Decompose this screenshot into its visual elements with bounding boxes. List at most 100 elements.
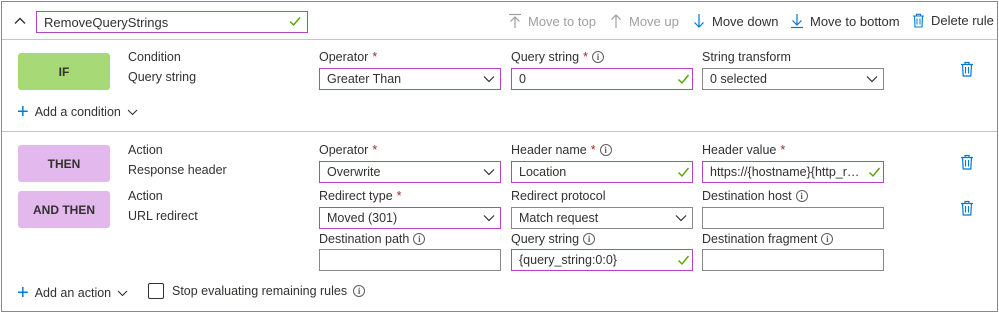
query-string-label-text: Query string [511,50,580,64]
move-down-button[interactable]: Move down [692,13,778,29]
action-operator-value: Overwrite [327,165,381,179]
redirect-type-value: Moved (301) [327,211,398,225]
move-to-top-label: Move to top [528,13,596,29]
condition-kind: Condition Query string [128,47,196,87]
operator-label-text: Operator [319,50,369,64]
required-marker: * [583,50,588,64]
redirect-query-string-label: Query string i [511,232,596,246]
condition-query-string-input[interactable]: 0 [511,68,693,90]
trash-icon[interactable] [960,61,974,77]
trash-icon[interactable] [960,154,974,170]
string-transform-label: String transform [702,50,791,64]
info-icon[interactable]: i [413,233,426,245]
redirect-query-string-value: {query_string:0:0} [519,253,617,267]
info-icon[interactable]: i [353,285,366,297]
header-value-value: https://{hostname}{http_res... [710,165,865,179]
destination-host-input[interactable] [702,207,884,229]
and-then-pill: AND THEN [18,191,110,228]
chevron-down-icon [478,162,500,182]
stop-evaluating-text: Stop evaluating remaining rules [172,284,348,298]
condition-operator-select[interactable]: Greater Than [319,68,501,90]
operator-label: Operator * [319,50,377,64]
move-to-top-button[interactable]: Move to top [508,13,596,29]
destination-path-input[interactable] [319,249,501,271]
required-marker: * [590,143,596,157]
header-value-input[interactable]: https://{hostname}{http_res... [702,161,884,183]
action2-kind-label: Action [128,189,163,203]
actions-section: THEN Action Response header Operator * Ov… [2,132,997,311]
destination-fragment-label: Destination fragment i [702,232,834,246]
string-transform-value: 0 selected [710,72,767,86]
header-name-value: Location [519,165,567,179]
check-icon [289,17,301,27]
arrow-up-to-top-icon [509,13,521,28]
info-icon[interactable]: i [795,190,808,202]
required-marker: * [396,189,402,203]
required-marker: * [372,143,378,157]
delete-rule-label: Delete rule [931,13,994,28]
arrow-down-icon [694,14,704,28]
redirect-query-string-input[interactable]: {query_string:0:0} [511,249,693,271]
info-icon[interactable]: i [599,144,612,156]
then-pill: THEN [18,145,110,182]
move-to-bottom-label: Move to bottom [810,13,900,29]
add-condition-button[interactable]: + Add a condition [17,101,138,123]
action2-name: URL redirect [128,209,198,223]
arrow-up-icon [611,14,621,28]
delete-rule-button[interactable]: Delete rule [912,13,994,28]
info-icon[interactable]: i [821,233,834,245]
chevron-down-icon [127,109,138,115]
move-to-bottom-button[interactable]: Move to bottom [790,13,900,29]
plus-icon: + [17,101,29,123]
header-name-label: Header name * i [511,143,612,157]
chevron-down-icon [478,208,500,228]
redirect-type-select[interactable]: Moved (301) [319,207,501,229]
chevron-down-icon [861,69,883,89]
info-icon[interactable]: i [583,233,596,245]
condition-name: Query string [128,70,197,84]
redirect-protocol-label-text: Redirect protocol [511,189,606,203]
trash-icon[interactable] [960,200,974,216]
redirect-protocol-label: Redirect protocol [511,189,606,203]
action-operator-select[interactable]: Overwrite [319,161,501,183]
add-action-button[interactable]: + Add an action [17,282,128,304]
condition-section: IF Condition Query string Operator * Grea… [2,40,997,132]
trash-icon [913,13,924,28]
action1-kind-label: Action [128,143,163,157]
check-icon [674,166,692,178]
rule-card: Move to top Move up Move down Move to bo… [1,1,998,312]
check-icon [674,73,692,85]
destination-path-label: Destination path i [319,232,426,246]
destination-fragment-input[interactable] [702,249,884,271]
chevron-down-icon [670,208,692,228]
plus-icon: + [17,282,29,304]
operator-label-text: Operator [319,143,369,157]
check-icon [865,166,883,178]
arrow-down-to-bottom-icon [791,14,803,29]
info-icon[interactable]: i [591,51,604,63]
redirect-query-string-label-text: Query string [511,232,580,246]
string-transform-select[interactable]: 0 selected [702,68,884,90]
redirect-protocol-value: Match request [519,211,599,225]
redirect-protocol-select[interactable]: Match request [511,207,693,229]
move-up-button[interactable]: Move up [609,13,679,29]
condition-operator-value: Greater Than [327,72,402,86]
stop-evaluating-checkbox[interactable] [148,283,164,299]
header-value-label-text: Header value [702,143,777,157]
action2-kind: Action URL redirect [128,186,198,226]
rule-name-input[interactable] [37,12,277,32]
header-name-label-text: Header name [511,143,587,157]
rule-header: Move to top Move up Move down Move to bo… [2,2,997,40]
check-icon [674,254,692,266]
condition-query-string-value: 0 [519,72,526,86]
rule-name-field[interactable] [36,11,308,33]
destination-path-label-text: Destination path [319,232,410,246]
condition-kind-label: Condition [128,50,181,64]
required-marker: * [372,50,378,64]
add-condition-label: Add a condition [34,105,121,119]
move-down-label: Move down [712,13,779,29]
query-string-label: Query string * i [511,50,604,64]
chevron-up-icon[interactable] [12,13,28,29]
header-name-input[interactable]: Location [511,161,693,183]
chevron-down-icon [117,290,128,296]
